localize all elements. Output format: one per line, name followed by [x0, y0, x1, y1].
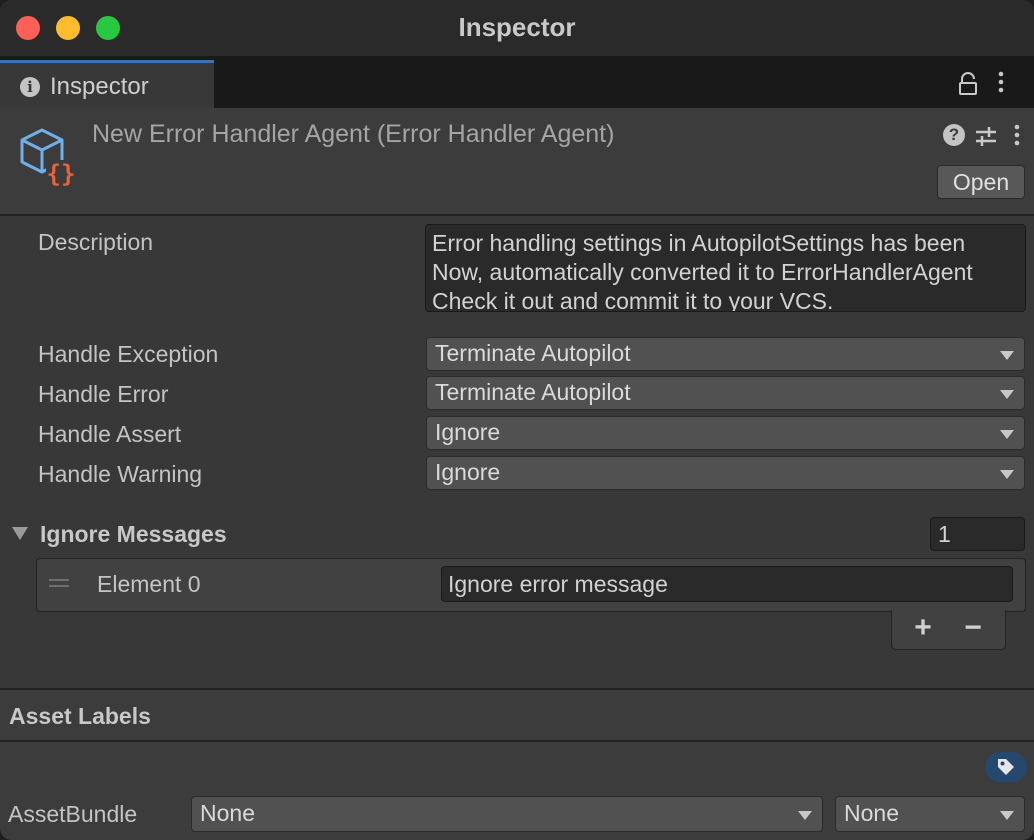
inspector-header: {} New Error Handler Agent (Error Handle… [0, 108, 1034, 216]
handle-assert-dropdown[interactable]: Ignore [426, 416, 1025, 450]
handle-warning-label: Handle Warning [38, 461, 203, 487]
window-title: Inspector [458, 12, 576, 42]
svg-text:{}: {} [47, 160, 76, 188]
open-button[interactable]: Open [937, 165, 1025, 199]
add-element-button[interactable]: + [906, 612, 940, 646]
tab-bar: i Inspector [0, 56, 1034, 108]
kebab-menu-icon[interactable] [994, 70, 1008, 94]
handle-warning-value: Ignore [435, 459, 501, 485]
asset-labels-panel: AssetBundle None None [0, 742, 1034, 840]
asset-labels-title: Asset Labels [9, 703, 151, 729]
tab-label: Inspector [50, 73, 149, 100]
asset-title: New Error Handler Agent (Error Handler A… [92, 120, 615, 148]
ignore-messages-foldout[interactable]: Ignore Messages [40, 521, 227, 548]
asset-bundle-variant-value: None [844, 800, 899, 826]
scriptable-object-icon: {} [20, 128, 76, 188]
ignore-messages-count[interactable]: 1 [930, 517, 1025, 551]
handle-exception-dropdown[interactable]: Terminate Autopilot [426, 337, 1025, 371]
description-label: Description [38, 229, 154, 255]
sliders-icon[interactable] [974, 124, 998, 148]
handle-exception-label: Handle Exception [38, 341, 219, 367]
drag-handle-icon[interactable] [49, 579, 69, 587]
dropdown-arrow-icon [1000, 811, 1014, 820]
dropdown-arrow-icon [1000, 351, 1014, 360]
tag-icon [998, 759, 1014, 775]
asset-bundle-label: AssetBundle [8, 801, 138, 827]
handle-error-dropdown[interactable]: Terminate Autopilot [426, 376, 1025, 410]
description-line: Error handling settings in AutopilotSett… [432, 230, 966, 256]
list-footer: + − [891, 610, 1006, 650]
handle-error-value: Terminate Autopilot [435, 379, 631, 405]
handle-warning-dropdown[interactable]: Ignore [426, 456, 1025, 490]
dropdown-arrow-icon [1000, 390, 1014, 399]
asset-labels-button[interactable] [985, 752, 1027, 782]
kebab-menu-icon[interactable] [1010, 122, 1024, 148]
asset-labels-header[interactable]: Asset Labels [0, 688, 1034, 742]
dropdown-arrow-icon [798, 811, 812, 820]
info-icon: i [20, 77, 40, 97]
lock-icon[interactable] [958, 72, 978, 96]
tab-inspector[interactable]: i Inspector [0, 60, 214, 108]
description-line: Now, automatically converted it to Error… [432, 259, 973, 285]
description-textarea[interactable]: Error handling settings in AutopilotSett… [425, 224, 1026, 312]
handle-assert-value: Ignore [435, 419, 501, 445]
asset-bundle-variant-dropdown[interactable]: None [835, 796, 1025, 832]
element-label: Element 0 [97, 571, 201, 597]
dropdown-arrow-icon [1000, 470, 1014, 479]
foldout-arrow-icon[interactable] [12, 527, 28, 540]
inspector-window: Inspector i Inspector {} New Error Handl… [0, 0, 1034, 840]
handle-error-label: Handle Error [38, 381, 169, 407]
handle-assert-label: Handle Assert [38, 421, 182, 447]
ignore-messages-list: Element 0 Ignore error message [36, 558, 1026, 612]
title-bar[interactable]: Inspector [0, 0, 1034, 56]
asset-bundle-dropdown[interactable]: None [191, 796, 823, 832]
element-value-field[interactable]: Ignore error message [441, 566, 1013, 602]
help-icon[interactable]: ? [943, 124, 965, 146]
dropdown-arrow-icon [1000, 430, 1014, 439]
description-line: Check it out and commit it to your VCS. [432, 288, 834, 312]
handle-exception-value: Terminate Autopilot [435, 340, 631, 366]
asset-bundle-value: None [200, 800, 255, 826]
remove-element-button[interactable]: − [956, 612, 990, 646]
